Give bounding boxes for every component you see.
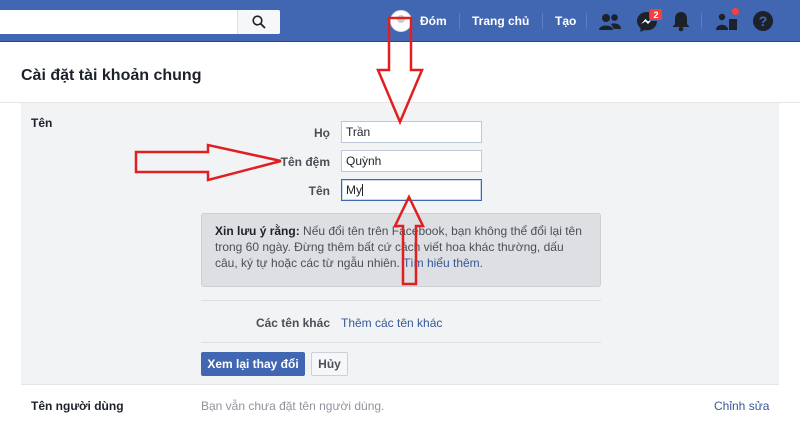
first-name-field[interactable]: My <box>341 179 482 201</box>
nav-divider <box>542 13 543 29</box>
username-label: Tên người dùng <box>31 399 124 413</box>
notifications-bell-icon[interactable] <box>671 10 691 32</box>
profile-name: Đóm <box>420 14 447 28</box>
help-question-icon[interactable]: ? <box>752 10 774 32</box>
svg-text:?: ? <box>759 13 768 29</box>
friend-requests-icon[interactable] <box>598 12 622 32</box>
notification-dot <box>731 7 740 16</box>
nav-divider <box>459 13 460 29</box>
middle-name-field[interactable]: Quỳnh <box>341 150 482 172</box>
divider <box>201 342 601 343</box>
notice-bold: Xin lưu ý rằng: <box>215 224 300 238</box>
first-name-value: My <box>346 183 362 197</box>
middle-name-label: Tên đệm <box>280 155 330 169</box>
name-change-notice: Xin lưu ý rằng: Nếu đổi tên trên Faceboo… <box>201 213 601 287</box>
messages-badge: 2 <box>649 8 663 21</box>
search-icon <box>252 15 266 29</box>
last-name-label: Họ <box>314 126 330 140</box>
top-navigation-bar: Đóm Trang chủ Tạo 2 ? <box>0 0 800 42</box>
add-other-names-link[interactable]: Thêm các tên khác <box>341 316 442 330</box>
first-name-label: Tên <box>308 184 330 198</box>
review-changes-button[interactable]: Xem lại thay đổi <box>201 352 305 376</box>
text-caret <box>362 184 363 196</box>
username-value: Bạn vẫn chưa đặt tên người dùng. <box>201 399 385 413</box>
nav-divider <box>586 13 587 29</box>
profile-link[interactable]: Đóm <box>390 8 447 34</box>
other-names-label: Các tên khác <box>255 316 330 330</box>
page-title: Cài đặt tài khoản chung <box>21 67 202 84</box>
name-section-label: Tên <box>31 116 53 130</box>
edit-username-link[interactable]: Chỉnh sửa <box>714 399 769 413</box>
last-name-field[interactable]: Trần <box>341 121 482 143</box>
divider <box>201 300 601 301</box>
search-input[interactable] <box>0 10 280 34</box>
search-button[interactable] <box>237 10 280 34</box>
cancel-button[interactable]: Hủy <box>311 352 348 376</box>
learn-more-link[interactable]: Tìm hiểu thêm. <box>403 256 483 270</box>
home-link[interactable]: Trang chủ <box>472 14 529 28</box>
create-link[interactable]: Tạo <box>555 14 576 28</box>
nav-divider <box>701 13 702 29</box>
avatar <box>390 10 412 32</box>
